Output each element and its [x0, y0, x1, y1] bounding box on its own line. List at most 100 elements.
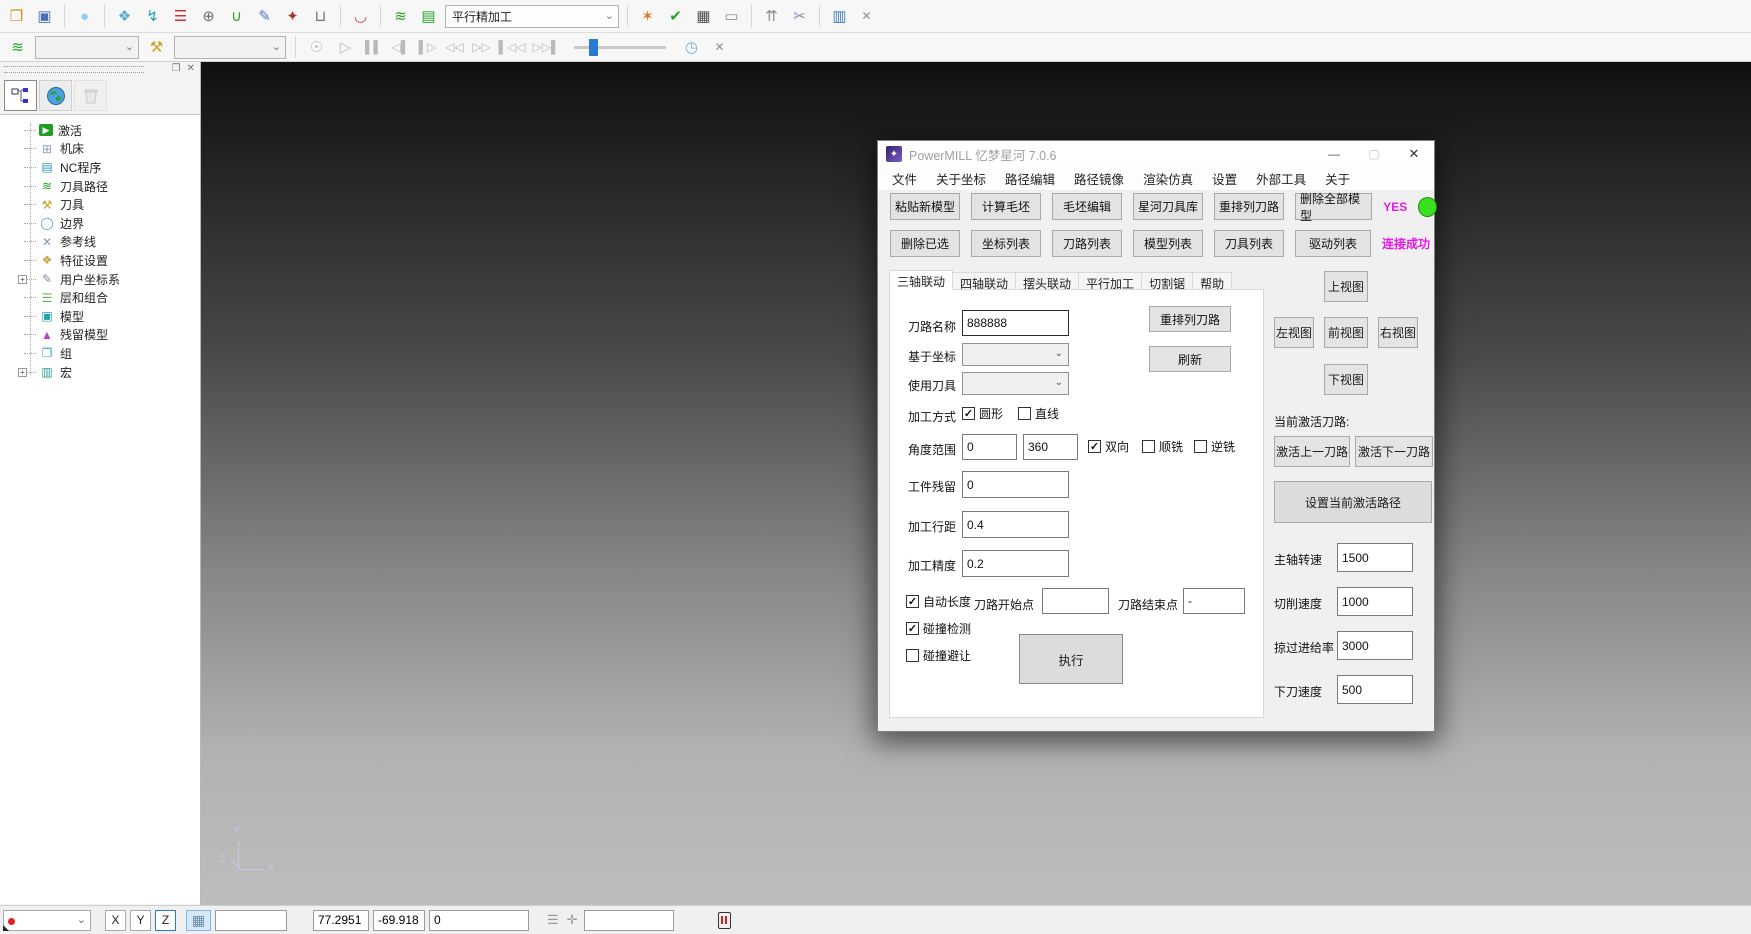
- toolpath-icon[interactable]: ≋: [389, 5, 412, 28]
- position-input[interactable]: [584, 910, 674, 931]
- toolpath-name-input[interactable]: [962, 310, 1069, 336]
- axis-y-button[interactable]: Y: [130, 910, 151, 931]
- drive-list-button[interactable]: 驱动列表: [1295, 230, 1371, 257]
- gouge-check-icon[interactable]: ∪: [225, 5, 248, 28]
- block-icon[interactable]: ❖: [113, 5, 136, 28]
- pattern-icon[interactable]: ✦: [281, 5, 304, 28]
- edit-block-button[interactable]: 毛坯编辑: [1052, 193, 1122, 220]
- expand-icon[interactable]: +: [18, 368, 27, 377]
- play-icon[interactable]: ▷: [334, 36, 357, 59]
- tree-item-nc-program[interactable]: ▤NC程序: [0, 158, 200, 177]
- nc-program-icon[interactable]: ☰: [169, 5, 192, 28]
- end-point-input[interactable]: [1183, 588, 1245, 614]
- tree-item-workplanes[interactable]: +✎用户坐标系: [0, 270, 200, 289]
- axis-z-button[interactable]: Z: [155, 910, 176, 931]
- start-point-input[interactable]: [1042, 588, 1109, 614]
- tree-item-boundaries[interactable]: ◯边界: [0, 214, 200, 233]
- skim-feed-input[interactable]: [1337, 631, 1413, 660]
- rearrange-toolpaths-button[interactable]: 重排列刀路: [1214, 193, 1284, 220]
- tree-item-toolpaths[interactable]: ≋刀具路径: [0, 177, 200, 196]
- delete-selected-button[interactable]: 删除已选: [890, 230, 960, 257]
- tool-icon[interactable]: ⊕: [197, 5, 220, 28]
- machine-ok-icon[interactable]: ✔: [664, 5, 687, 28]
- menu-render-sim[interactable]: 渲染仿真: [1143, 169, 1193, 188]
- tool-library-button[interactable]: 星河刀具库: [1133, 193, 1203, 220]
- circle-checkbox[interactable]: ✓圆形: [962, 405, 1003, 422]
- tab-explorer-tree[interactable]: [4, 80, 37, 111]
- step-back-icon[interactable]: ◁▌: [390, 36, 411, 59]
- collision-check-icon[interactable]: ✶: [636, 5, 659, 28]
- grip-handle[interactable]: [4, 66, 144, 73]
- conventional-checkbox[interactable]: 逆铣: [1194, 438, 1235, 455]
- grid-toggle-button[interactable]: ▦: [186, 910, 211, 931]
- execute-button[interactable]: 执行: [1019, 634, 1123, 684]
- cursor-y-input[interactable]: [373, 910, 425, 931]
- coord-list-button[interactable]: 坐标列表: [971, 230, 1041, 257]
- based-coord-combo[interactable]: ⌄: [962, 343, 1069, 366]
- slider-handle[interactable]: [589, 39, 598, 56]
- close-panel-icon[interactable]: ✕: [187, 63, 195, 74]
- rearrange-button[interactable]: 重排列刀路: [1149, 306, 1231, 332]
- coords-list-icon[interactable]: ☰: [547, 912, 559, 928]
- spindle-speed-input[interactable]: [1337, 543, 1413, 572]
- plunge-feed-input[interactable]: [1337, 675, 1413, 704]
- tree-item-feature-sets[interactable]: ❖特征设置: [0, 251, 200, 270]
- expand-icon[interactable]: +: [18, 275, 27, 284]
- close-toolbar-icon[interactable]: ✕: [856, 5, 877, 28]
- edit-toolpath-icon[interactable]: ✎: [253, 5, 276, 28]
- use-tool-combo[interactable]: ⌄: [962, 372, 1069, 395]
- close-toolbar-icon[interactable]: ✕: [709, 36, 730, 59]
- auto-length-checkbox[interactable]: ✓自动长度: [906, 593, 971, 610]
- menu-external-tools[interactable]: 外部工具: [1256, 169, 1306, 188]
- refresh-button[interactable]: 刷新: [1149, 346, 1231, 372]
- library-icon[interactable]: ▥: [828, 5, 851, 28]
- skip-to-end-icon[interactable]: ▷▷▌: [532, 36, 560, 59]
- collision-detect-checkbox[interactable]: ✓碰撞检测: [906, 620, 971, 637]
- minimize-button[interactable]: —: [1314, 141, 1354, 167]
- view-top-button[interactable]: 上视图: [1324, 271, 1368, 302]
- tree-item-activate[interactable]: ▶激活: [0, 121, 200, 140]
- climb-checkbox[interactable]: 顺铣: [1142, 438, 1183, 455]
- tree-item-patterns[interactable]: ✕参考线: [0, 233, 200, 252]
- trim-icon[interactable]: ✂: [788, 5, 811, 28]
- tab-help[interactable]: 帮助: [1193, 272, 1232, 290]
- bidirectional-checkbox[interactable]: ✓双向: [1088, 438, 1129, 455]
- calculator-icon[interactable]: ▦: [692, 5, 715, 28]
- pause-icon[interactable]: ▌▌: [363, 36, 384, 59]
- tab-saw[interactable]: 切割锯: [1142, 272, 1193, 290]
- set-active-path-button[interactable]: 设置当前激活路径: [1274, 481, 1432, 523]
- tree-item-groups[interactable]: ❐组: [0, 344, 200, 363]
- view-right-button[interactable]: 右视图: [1378, 317, 1418, 348]
- tab-3axis[interactable]: 三轴联动: [889, 270, 953, 290]
- tree-item-tools[interactable]: ⚒刀具: [0, 195, 200, 214]
- line-checkbox[interactable]: 直线: [1018, 405, 1059, 422]
- activate-prev-toolpath-button[interactable]: 激活上一刀路: [1274, 436, 1350, 467]
- toolpath-list-button[interactable]: 刀路列表: [1052, 230, 1122, 257]
- tree-item-machine[interactable]: ⊞机床: [0, 140, 200, 159]
- view-front-button[interactable]: 前视图: [1324, 317, 1368, 348]
- cursor-x-input[interactable]: [313, 910, 369, 931]
- cursor-z-input[interactable]: [429, 910, 529, 931]
- panel-grip[interactable]: ❐ ✕: [0, 62, 201, 78]
- create-toolpath-icon[interactable]: ↯: [141, 5, 164, 28]
- tab-explorer-world[interactable]: [39, 80, 72, 111]
- plot-pause-icon[interactable]: [718, 912, 731, 929]
- tree-item-models[interactable]: ▣模型: [0, 307, 200, 326]
- model-list-button[interactable]: 模型列表: [1133, 230, 1203, 257]
- paste-new-model-button[interactable]: 粘贴新模型: [890, 193, 960, 220]
- snap-value-input[interactable]: [215, 910, 287, 931]
- bulb-icon[interactable]: ☉: [305, 36, 328, 59]
- tab-swivel[interactable]: 摆头联动: [1016, 272, 1079, 290]
- axis-x-button[interactable]: X: [105, 910, 126, 931]
- toolpath-icon[interactable]: ≋: [6, 36, 29, 59]
- sim-tool-combo[interactable]: ⌄: [174, 36, 286, 59]
- tool-list-button[interactable]: 刀具列表: [1214, 230, 1284, 257]
- cutting-feed-input[interactable]: [1337, 587, 1413, 616]
- activate-next-toolpath-button[interactable]: 激活下一刀路: [1355, 436, 1433, 467]
- maximize-button[interactable]: ▢: [1354, 141, 1394, 167]
- tool-icon[interactable]: ⚒: [145, 36, 168, 59]
- menu-path-edit[interactable]: 路径编辑: [1005, 169, 1055, 188]
- menu-path-mirror[interactable]: 路径镜像: [1074, 169, 1124, 188]
- stepover-input[interactable]: [962, 511, 1069, 538]
- float-panel-icon[interactable]: ❐: [172, 63, 181, 74]
